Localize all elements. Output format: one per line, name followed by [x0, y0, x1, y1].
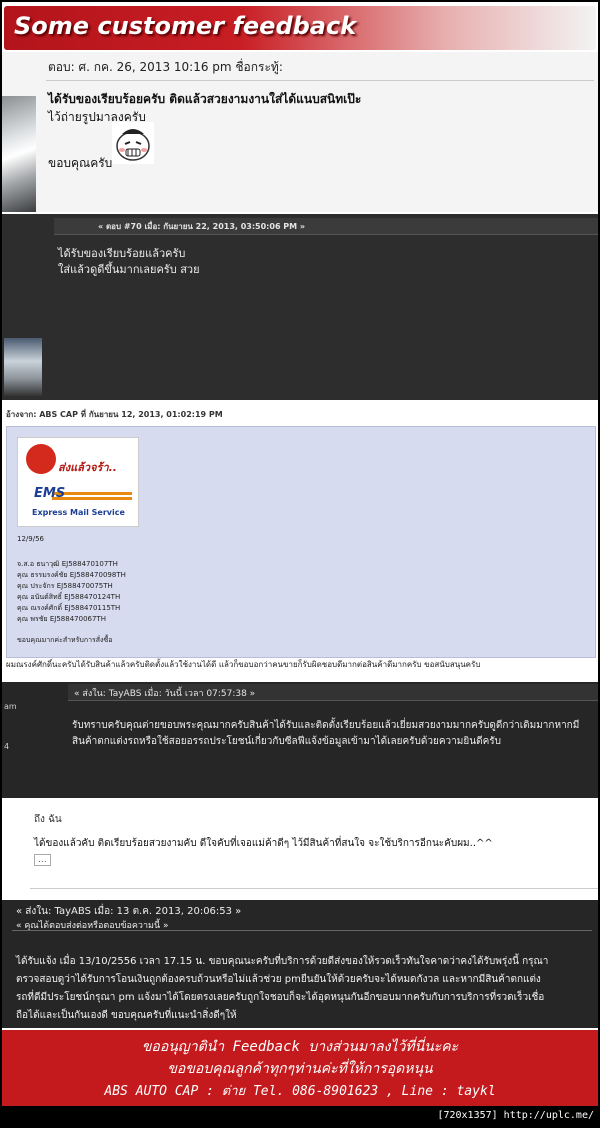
ems-logo: EMS [34, 486, 66, 501]
header-banner: Some customer feedback [4, 6, 596, 50]
ems-caption: ส่งแล้วจร้า.. [58, 461, 117, 474]
quoted-shipping-post: ส่งแล้วจร้า.. EMS Express Mail Service 1… [6, 426, 596, 658]
divider [46, 80, 594, 81]
footer-contact: ABS AUTO CAP : ต่าย Tel. 086-8901623 , L… [104, 1084, 496, 1099]
post-text-line: ใส่แล้วดูดีขึ้นมากเลยครับ สวย [58, 263, 200, 276]
thanks-text: ขอบคุณมากค่ะสำหรับการสั่งซื้อ [17, 636, 113, 644]
side-fragment: 4 [4, 742, 10, 751]
feedback-post-6: « ส่งใน: TayABS เมื่อ: 13 ต.ค. 2013, 20:… [2, 900, 598, 1028]
more-button[interactable]: ... [34, 854, 51, 866]
post-text-line: ได้รับแจ้ง เมื่อ 13/10/2556 เวลา 17.15 น… [16, 956, 549, 967]
quote-meta: อ้างจาก: ABS CAP ที่ กันยายน 12, 2013, 0… [6, 410, 223, 419]
post-meta: « ตอบ #70 เมื่อ: กันยายน 22, 2013, 03:50… [98, 222, 306, 231]
avatar [4, 338, 42, 396]
feedback-post-4: « ส่งใน: TayABS เมื่อ: วันนี้ เวลา 07:57… [2, 682, 598, 798]
page-title: Some customer feedback [14, 12, 357, 40]
feedback-post-1: ตอบ: ศ. กค. 26, 2013 10:16 pm ชื่อกระทู้… [2, 52, 598, 212]
post-text-line: ได้รับของเรียบร้อยครับ ติดแล้วสวยงามงานใ… [48, 92, 362, 106]
footer-banner: ขออนุญาตินำ Feedback บางส่วนมาลงไว้ที่นี… [2, 1030, 598, 1106]
mascot-icon [26, 444, 56, 474]
tracking-line: คุณ ณรงค์ศักดิ์ EJ588470115TH [17, 604, 121, 612]
avatar [2, 96, 36, 212]
smiley-icon [112, 122, 154, 164]
footer-line: ขออนุญาตินำ Feedback บางส่วนมาลงไว้ที่นี… [141, 1039, 459, 1055]
post-text-line: ถือได้และเป็นกันเองดี ขอบคุณครับที่แนะนำ… [16, 1010, 237, 1021]
post-text-line: ขอบคุณครับ [48, 156, 113, 170]
ems-subtitle: Express Mail Service [32, 508, 125, 517]
reply-text: ผมณรงค์ศักดิ์นะครับได้รับสินค้าแล้วครับต… [6, 660, 481, 669]
tracking-line: คุณ พรชัย EJ588470067TH [17, 615, 106, 623]
tracking-line: จ.ส.อ ธนาวุฒิ EJ588470107TH [17, 560, 118, 568]
recipient-label: ถึง ฉัน [34, 814, 62, 825]
ems-image: ส่งแล้วจร้า.. EMS Express Mail Service [17, 437, 139, 527]
feedback-collage: Some customer feedback ตอบ: ศ. กค. 26, 2… [2, 2, 598, 1106]
feedback-post-2: « ตอบ #70 เมื่อ: กันยายน 22, 2013, 03:50… [2, 214, 598, 400]
feedback-post-5: ถึง ฉัน ได้ของแล้วคับ ติดเรียบร้อยสวยงาม… [2, 800, 598, 892]
post-meta: « ส่งใน: TayABS เมื่อ: วันนี้ เวลา 07:57… [74, 689, 256, 699]
tracking-line: คุณ ธรรมรงค์ชัย EJ588470098TH [17, 571, 126, 579]
footer-line: ขอขอบคุณลูกค้าทุกๆท่านค่ะที่ให้การอุดหนุ… [167, 1061, 433, 1077]
post-text-line: รถที่ดีมีประโยชน์กรุณา pm แจ้งมาได้โดยตร… [16, 992, 545, 1003]
tracking-line: คุณ อนันต์สิทธิ์ EJ588470124TH [17, 593, 121, 601]
ship-date: 12/9/56 [17, 535, 44, 543]
tracking-line: คุณ ประจักร EJ588470075TH [17, 582, 113, 590]
post-text: ได้ของแล้วคับ ติดเรียบร้อยสวยงามคับ ดีใจ… [34, 838, 493, 849]
divider [12, 930, 592, 931]
side-fragment: am [4, 702, 17, 711]
watermark: [720x1357] http://uplc.me/ [437, 1110, 594, 1121]
post-meta: « ส่งใน: TayABS เมื่อ: 13 ต.ค. 2013, 20:… [16, 906, 242, 917]
post-text: รับทราบครับคุณต่ายขอบพระคุณมากครับสินค้า… [72, 720, 580, 747]
divider [30, 888, 598, 889]
post-meta: ตอบ: ศ. กค. 26, 2013 10:16 pm ชื่อกระทู้… [48, 60, 283, 74]
post-text-line: ตรวจสอบดูว่าได้รับการโอนเงินถูกต้องครบถ้… [16, 974, 541, 985]
